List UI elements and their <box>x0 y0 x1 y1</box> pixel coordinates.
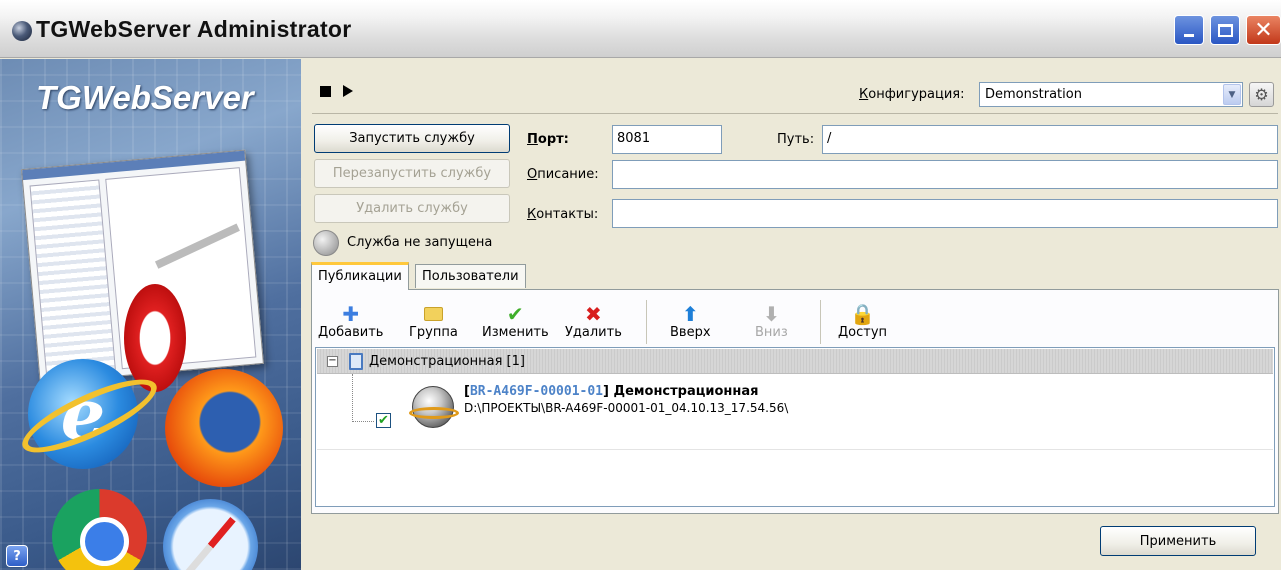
publication-globe-icon <box>409 386 459 428</box>
contacts-field[interactable] <box>612 199 1278 228</box>
brand-title: TGWebServer <box>36 79 254 116</box>
access-button[interactable]: 🔒 Доступ <box>838 302 888 340</box>
plus-icon: ✚ <box>342 302 360 326</box>
opera-logo-icon <box>124 284 186 392</box>
toolbar-separator <box>820 300 821 344</box>
service-status-indicator <box>313 230 339 256</box>
add-label: Добавить <box>318 325 384 340</box>
close-icon: ✕ <box>1254 17 1273 43</box>
port-label: Порт: <box>527 132 569 147</box>
title-bar[interactable]: TGWebServer Administrator ✕ <box>0 0 1281 58</box>
edit-button[interactable]: ✔ Изменить <box>482 302 549 340</box>
path-field[interactable]: / <box>822 125 1278 154</box>
firefox-logo-icon <box>165 369 283 487</box>
row-divider <box>317 449 1273 450</box>
edit-label: Изменить <box>482 325 549 340</box>
publication-name: Демонстрационная <box>608 384 759 399</box>
port-field[interactable]: 8081 <box>612 125 722 154</box>
group-label: Группа <box>409 325 458 340</box>
contacts-label: Контакты: <box>527 207 599 222</box>
delete-service-button[interactable]: Удалить службу <box>314 194 510 223</box>
tab-publications[interactable]: Публикации <box>311 262 409 290</box>
delete-button[interactable]: ✖ Удалить <box>565 302 622 340</box>
delete-x-icon: ✖ <box>585 302 602 326</box>
restart-service-button[interactable]: Перезапустить службу <box>314 159 510 188</box>
path-label: Путь: <box>777 132 815 147</box>
toolbar-separator <box>646 300 647 344</box>
play-icon[interactable] <box>343 85 353 97</box>
publication-title[interactable]: [BR-A469F-00001-01] Демонстрационная <box>464 384 759 399</box>
group-button[interactable]: Группа <box>409 303 458 340</box>
maximize-icon <box>1217 23 1233 37</box>
arrow-down-icon: ⬇ <box>763 302 780 326</box>
config-select[interactable]: Demonstration ▼ <box>979 82 1243 107</box>
arrow-up-icon: ⬆ <box>681 302 699 326</box>
minimize-button[interactable] <box>1174 15 1204 45</box>
move-down-button[interactable]: ⬇ Вниз <box>755 302 788 340</box>
publications-tree[interactable]: − Демонстрационная [1] ✔ [BR-A469F-00001… <box>315 347 1275 507</box>
publication-code: BR-A469F-00001-01 <box>469 384 604 399</box>
divider <box>312 113 1278 114</box>
apply-button[interactable]: Применить <box>1100 526 1256 556</box>
config-select-value: Demonstration <box>985 87 1082 102</box>
move-up-label: Вверх <box>670 325 711 340</box>
app-globe-icon <box>12 21 32 41</box>
service-controls <box>320 85 353 97</box>
checkmark-icon: ✔ <box>506 302 524 326</box>
window-title: TGWebServer Administrator <box>36 16 352 42</box>
service-status-text: Служба не запущена <box>347 235 493 250</box>
add-button[interactable]: ✚ Добавить <box>318 302 384 340</box>
move-up-button[interactable]: ⬆ Вверх <box>670 302 711 340</box>
tree-group-label: Демонстрационная [1] <box>369 354 525 369</box>
internet-explorer-logo-icon: e <box>28 359 138 469</box>
collapse-icon[interactable]: − <box>327 356 338 367</box>
gear-icon[interactable]: ⚙ <box>1249 82 1274 107</box>
tree-connector <box>352 374 353 422</box>
tree-connector <box>352 421 374 422</box>
tree-group-row[interactable]: − Демонстрационная [1] <box>317 349 1273 374</box>
brand-panel: TGWebServer e ? <box>0 59 301 570</box>
maximize-button[interactable] <box>1210 15 1240 45</box>
access-label: Доступ <box>838 325 888 340</box>
close-button[interactable]: ✕ <box>1246 15 1281 45</box>
help-icon[interactable]: ? <box>6 545 28 567</box>
book-icon <box>349 353 363 370</box>
config-label: Конфигурация: <box>859 87 965 102</box>
tab-users[interactable]: Пользователи <box>415 264 526 288</box>
lock-icon: 🔒 <box>850 302 875 326</box>
delete-label: Удалить <box>565 325 622 340</box>
chevron-down-icon[interactable]: ▼ <box>1223 84 1241 105</box>
start-service-button[interactable]: Запустить службу <box>314 124 510 153</box>
description-field[interactable] <box>612 160 1278 189</box>
stop-icon[interactable] <box>320 85 331 97</box>
publication-checkbox[interactable]: ✔ <box>376 413 391 428</box>
move-down-label: Вниз <box>755 325 788 340</box>
folder-add-icon <box>423 303 443 325</box>
minimize-icon <box>1184 33 1194 37</box>
publication-path: D:\ПРОЕКТЫ\BR-A469F-00001-01_04.10.13_17… <box>464 401 789 415</box>
description-label: Описание: <box>527 167 599 182</box>
